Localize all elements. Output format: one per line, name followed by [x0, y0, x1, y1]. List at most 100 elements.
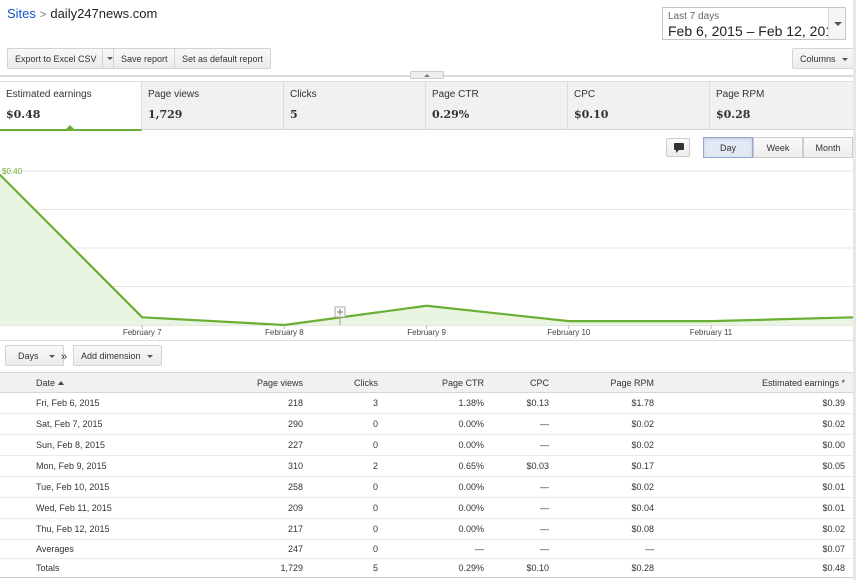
set-default-report-button[interactable]: Set as default report [174, 48, 272, 69]
earnings-chart-svg: $0.40$0.30$0.20$0.10February 7February 8… [0, 167, 853, 337]
scorecard-cpc[interactable]: CPC $0.10 [568, 82, 710, 130]
cell-cpc: — [492, 476, 557, 498]
granularity-week-button[interactable]: Week [753, 137, 803, 158]
cell-page-views: 247 [210, 539, 311, 559]
x-tick-label: February 8 [265, 328, 304, 337]
column-header-label: Date [36, 377, 56, 388]
cell-page-views: 209 [210, 497, 311, 519]
cell-page-views: 227 [210, 434, 311, 456]
chart-series-line [0, 174, 853, 327]
y-tick-label: $0.40 [2, 167, 23, 176]
column-header-page-views[interactable]: Page views [210, 372, 311, 393]
scorecard-value: $0.28 [716, 108, 751, 121]
x-tick-label: February 9 [407, 328, 446, 337]
cell-page-rpm: $0.02 [557, 413, 662, 435]
cell-estimated-earnings: $0.07 [662, 539, 853, 559]
chart-data-point [567, 320, 570, 323]
comment-icon [674, 143, 684, 153]
save-report-button[interactable]: Save report [113, 48, 176, 69]
x-tick-label: February 11 [690, 328, 733, 337]
cell-cpc: $0.10 [492, 558, 557, 578]
dimension-select-label: Days [18, 350, 39, 361]
cell-clicks: 3 [311, 392, 386, 414]
cell-page-views: 217 [210, 518, 311, 540]
cell-page-ctr: — [386, 539, 492, 559]
scorecard-label: Page views [148, 89, 200, 100]
cell-page-views: 1,729 [210, 558, 311, 578]
x-tick-label: February 10 [547, 328, 591, 337]
add-dimension-label: Add dimension [81, 350, 141, 361]
chevron-down-icon[interactable] [828, 8, 845, 39]
cell-estimated-earnings: $0.02 [662, 413, 853, 435]
cell-clicks: 2 [311, 455, 386, 477]
breadcrumb-sites-link[interactable]: Sites [7, 6, 36, 21]
cell-cpc: — [492, 434, 557, 456]
cell-page-rpm: $0.02 [557, 434, 662, 456]
cell-estimated-earnings: $0.39 [662, 392, 853, 414]
column-header-estimated-earnings[interactable]: Estimated earnings * [662, 372, 853, 393]
cell-averages-label: Averages [0, 539, 210, 559]
chart-data-point [425, 304, 428, 307]
cell-estimated-earnings: $0.00 [662, 434, 853, 456]
cell-estimated-earnings: $0.05 [662, 455, 853, 477]
cell-page-ctr: 0.00% [386, 518, 492, 540]
columns-button[interactable]: Columns [792, 48, 856, 69]
cell-page-ctr: 0.00% [386, 497, 492, 519]
cell-page-views: 290 [210, 413, 311, 435]
cell-date: Fri, Feb 6, 2015 [0, 392, 210, 414]
dimension-select[interactable]: Days [5, 345, 64, 366]
column-header-page-rpm[interactable]: Page RPM [557, 372, 662, 393]
cell-clicks: 0 [311, 413, 386, 435]
cell-page-views: 258 [210, 476, 311, 498]
scorecard-value: 1,729 [148, 108, 183, 121]
cell-clicks: 0 [311, 518, 386, 540]
breadcrumb-site-name: daily247news.com [50, 6, 158, 21]
chart-data-point [710, 320, 712, 323]
column-header-cpc[interactable]: CPC [492, 372, 557, 393]
scorecard-value: $0.48 [6, 108, 41, 121]
cell-estimated-earnings: $0.01 [662, 497, 853, 519]
export-csv-button[interactable]: Export to Excel CSV [7, 48, 118, 69]
earnings-chart: $0.40$0.30$0.20$0.10February 7February 8… [0, 164, 853, 339]
cell-page-ctr: 0.00% [386, 434, 492, 456]
column-header-clicks[interactable]: Clicks [311, 372, 386, 393]
cell-date: Thu, Feb 12, 2015 [0, 518, 210, 540]
cell-estimated-earnings: $0.48 [662, 558, 853, 578]
table-header-row: Date Page views Clicks Page CTR CPC Page… [0, 372, 853, 393]
cell-page-rpm: $0.02 [557, 476, 662, 498]
scorecard-page-views[interactable]: Page views 1,729 [142, 82, 284, 130]
annotations-button[interactable] [666, 138, 690, 157]
cell-clicks: 0 [311, 476, 386, 498]
scorecard-label: Page CTR [432, 89, 479, 100]
collapse-toggle-icon[interactable] [410, 71, 444, 79]
cell-date: Sat, Feb 7, 2015 [0, 413, 210, 435]
cell-cpc: — [492, 413, 557, 435]
column-header-page-ctr[interactable]: Page CTR [386, 372, 492, 393]
dimension-chevron: » [61, 351, 68, 363]
scorecard-estimated-earnings[interactable]: Estimated earnings $0.48 [0, 82, 142, 131]
scorecard-value: $0.10 [574, 108, 609, 121]
breadcrumb: Sites > daily247news.com [7, 6, 157, 21]
scorecard-page-rpm[interactable]: Page RPM $0.28 [710, 82, 852, 130]
cell-page-rpm: $0.17 [557, 455, 662, 477]
scorecard-page-ctr[interactable]: Page CTR 0.29% [426, 82, 568, 130]
date-range-picker[interactable]: Last 7 days Feb 6, 2015 – Feb 12, 2015 [662, 7, 846, 40]
add-dimension-button[interactable]: Add dimension [73, 345, 162, 366]
scorecard-label: Page RPM [716, 89, 765, 100]
cell-page-ctr: 0.00% [386, 476, 492, 498]
sort-ascending-icon [58, 378, 65, 385]
granularity-month-button[interactable]: Month [803, 137, 853, 158]
table-row: Sat, Feb 7, 2015 290 0 0.00% — $0.02 $0.… [0, 413, 853, 435]
scorecard-clicks[interactable]: Clicks 5 [284, 82, 426, 130]
scorecard-label: Estimated earnings [6, 89, 92, 100]
granularity-day-button[interactable]: Day [703, 137, 753, 158]
cell-page-rpm: $0.08 [557, 518, 662, 540]
cell-clicks: 5 [311, 558, 386, 578]
table-row: Fri, Feb 6, 2015 218 3 1.38% $0.13 $1.78… [0, 392, 853, 414]
scorecard-label: Clicks [290, 89, 317, 100]
cell-page-views: 310 [210, 455, 311, 477]
table-row: Sun, Feb 8, 2015 227 0 0.00% — $0.02 $0.… [0, 434, 853, 456]
column-header-date[interactable]: Date [0, 372, 210, 393]
report-table: Date Page views Clicks Page CTR CPC Page… [0, 372, 853, 578]
cell-cpc: — [492, 539, 557, 559]
